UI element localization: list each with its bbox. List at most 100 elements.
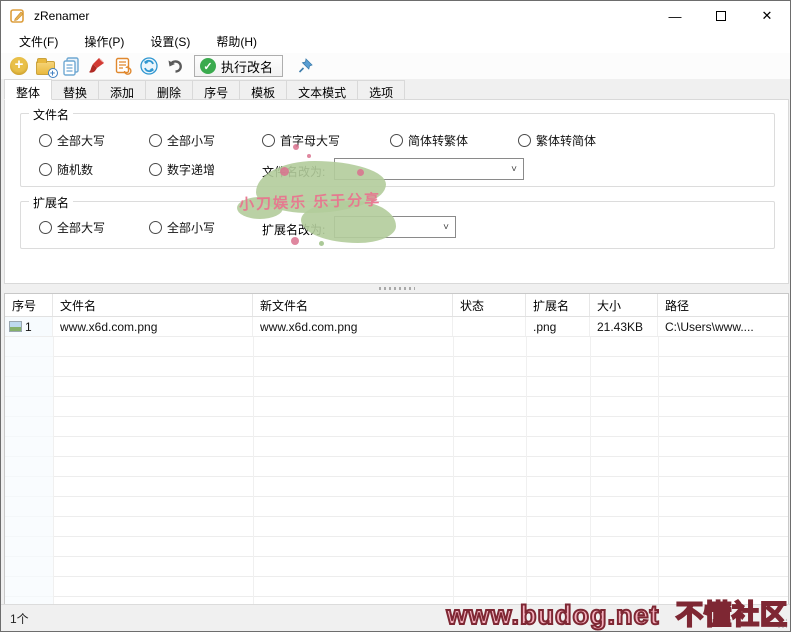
undo-button[interactable] [162, 55, 188, 77]
splitter-handle[interactable] [379, 287, 415, 290]
radio-icon [149, 163, 162, 176]
column-gridline [526, 337, 527, 604]
refresh-button[interactable] [136, 55, 162, 77]
file-list-icon [61, 56, 81, 76]
table-row[interactable]: 1 www.x6d.com.png www.x6d.com.png .png 2… [5, 317, 788, 337]
check-circle-icon: ✓ [200, 58, 216, 74]
column-gridline [53, 337, 54, 604]
column-gridline [453, 337, 454, 604]
toolbar: + + [1, 53, 790, 79]
extension-change-combobox[interactable]: ˅ [334, 216, 456, 238]
column-header-index[interactable]: 序号 [5, 294, 53, 316]
pushpin-icon [296, 56, 316, 76]
radio-icon [149, 221, 162, 234]
radio-label: 全部小写 [167, 132, 215, 149]
resize-grip[interactable] [777, 618, 787, 628]
radio-ext-uppercase[interactable]: 全部大写 [39, 219, 105, 236]
radio-label: 全部大写 [57, 132, 105, 149]
extension-change-label: 扩展名改为: [262, 221, 325, 238]
minimize-button[interactable]: — [652, 1, 698, 31]
column-header-new-filename[interactable]: 新文件名 [253, 294, 453, 316]
menu-file[interactable]: 文件(F) [9, 31, 68, 53]
tab-template[interactable]: 模板 [240, 80, 287, 100]
plus-badge-icon: + [48, 68, 58, 78]
radio-simplified-to-traditional[interactable]: 简体转繁体 [390, 132, 468, 149]
filename-change-label: 文件名改为: [262, 163, 325, 180]
cell-extension: .png [526, 317, 590, 336]
maximize-icon [716, 11, 726, 21]
menu-operate[interactable]: 操作(P) [74, 31, 134, 53]
table-header: 序号 文件名 新文件名 状态 扩展名 大小 路径 [5, 294, 788, 317]
cell-path: C:\Users\www.... [658, 317, 788, 336]
add-folder-icon: + [36, 61, 55, 75]
radio-icon [390, 134, 403, 147]
radio-random-number[interactable]: 随机数 [39, 161, 93, 178]
radio-icon [39, 221, 52, 234]
radio-label: 随机数 [57, 161, 93, 178]
column-header-filename[interactable]: 文件名 [53, 294, 253, 316]
file-table: 序号 文件名 新文件名 状态 扩展名 大小 路径 1 www.x6d.com.p… [4, 293, 789, 605]
window-title: zRenamer [34, 9, 89, 23]
radio-traditional-to-simplified[interactable]: 繁体转简体 [518, 132, 596, 149]
radio-number-increment[interactable]: 数字递增 [149, 161, 215, 178]
radio-filename-capitalize[interactable]: 首字母大写 [262, 132, 340, 149]
cell-new-filename: www.x6d.com.png [253, 317, 453, 336]
filename-group-title: 文件名 [29, 106, 73, 123]
close-button[interactable]: ✕ [744, 1, 790, 31]
tab-delete[interactable]: 删除 [146, 80, 193, 100]
radio-label: 全部大写 [57, 219, 105, 236]
execute-rename-button[interactable]: ✓ 执行改名 [194, 55, 283, 77]
table-empty-area [5, 337, 788, 604]
column-header-path[interactable]: 路径 [658, 294, 788, 316]
column-gridline [658, 337, 659, 604]
add-folder-button[interactable]: + [32, 55, 58, 77]
filename-groupbox: 文件名 全部大写 全部小写 首字母大写 简体转繁体 繁体转简体 [20, 113, 775, 187]
column-header-status[interactable]: 状态 [453, 294, 526, 316]
execute-rename-label: 执行改名 [221, 57, 273, 76]
pin-button[interactable] [293, 55, 319, 77]
tab-textmode[interactable]: 文本模式 [287, 80, 358, 100]
row-index: 1 [25, 320, 32, 334]
tab-whole[interactable]: 整体 [4, 79, 52, 100]
image-thumbnail-icon [9, 321, 22, 332]
tab-replace[interactable]: 替换 [52, 80, 99, 100]
add-files-icon: + [10, 57, 28, 75]
column-header-extension[interactable]: 扩展名 [526, 294, 590, 316]
radio-ext-lowercase[interactable]: 全部小写 [149, 219, 215, 236]
clear-list-button[interactable] [84, 55, 110, 77]
radio-label: 全部小写 [167, 219, 215, 236]
column-gridline [253, 337, 254, 604]
add-files-button[interactable]: + [6, 55, 32, 77]
cell-filename: www.x6d.com.png [53, 317, 253, 336]
radio-icon [518, 134, 531, 147]
column-gridline [590, 337, 591, 604]
radio-filename-lowercase[interactable]: 全部小写 [149, 132, 215, 149]
maximize-button[interactable] [698, 1, 744, 31]
undo-icon [165, 56, 185, 76]
radio-icon [39, 163, 52, 176]
cell-index: 1 [5, 317, 53, 336]
clear-brush-icon [87, 56, 107, 76]
tab-number[interactable]: 序号 [193, 80, 240, 100]
radio-icon [262, 134, 275, 147]
refresh-icon [139, 56, 159, 76]
chevron-down-icon: ˅ [505, 164, 523, 175]
radio-label: 数字递增 [167, 161, 215, 178]
title-bar: zRenamer — ✕ [1, 1, 790, 31]
chevron-down-icon: ˅ [437, 222, 455, 233]
file-list-button[interactable] [58, 55, 84, 77]
column-header-size[interactable]: 大小 [590, 294, 658, 316]
window-controls: — ✕ [652, 1, 790, 31]
refresh-list-button[interactable] [110, 55, 136, 77]
menu-help[interactable]: 帮助(H) [206, 31, 267, 53]
cell-size: 21.43KB [590, 317, 658, 336]
menu-bar: 文件(F) 操作(P) 设置(S) 帮助(H) [1, 31, 790, 53]
tab-add[interactable]: 添加 [99, 80, 146, 100]
tab-options[interactable]: 选项 [358, 80, 405, 100]
extension-groupbox: 扩展名 全部大写 全部小写 扩展名改为: ˅ [20, 201, 775, 249]
radio-filename-uppercase[interactable]: 全部大写 [39, 132, 105, 149]
radio-label: 繁体转简体 [536, 132, 596, 149]
index-column-tint [5, 337, 53, 604]
menu-settings[interactable]: 设置(S) [140, 31, 200, 53]
filename-change-combobox[interactable]: ˅ [334, 158, 524, 180]
